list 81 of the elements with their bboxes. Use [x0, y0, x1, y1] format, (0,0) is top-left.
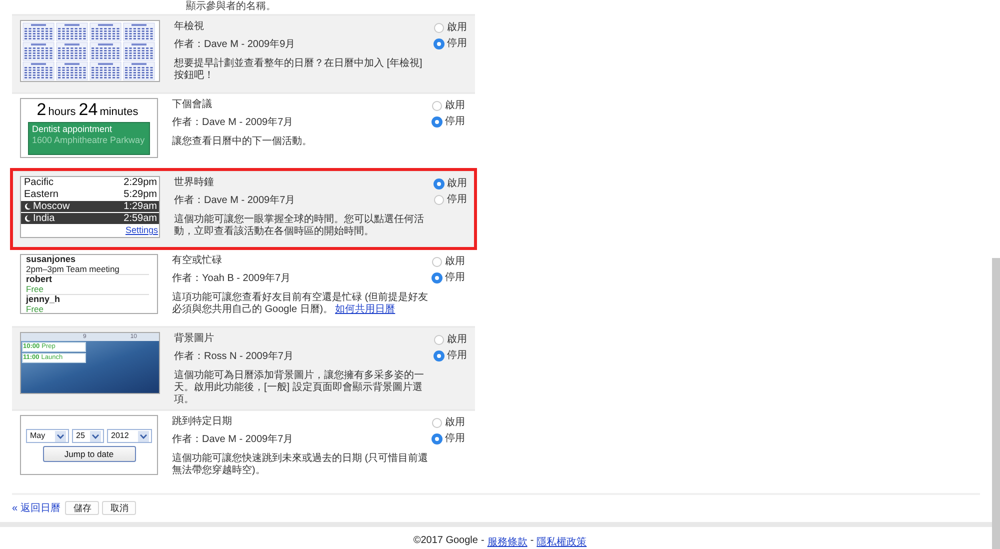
radio-label[interactable]: 啟用: [445, 100, 465, 112]
description-text: 這個功能可讓您一眼掌握全球的時間。您可以點選任何活動，立即查看該活動在各個時區的開始時間。: [174, 214, 425, 238]
author-text: 作者：Dave M - 2009年7月: [172, 433, 294, 447]
city-name: Moscow: [33, 201, 70, 212]
radio-button[interactable]: [434, 23, 444, 33]
author-text: 作者：Dave M - 2009年9月: [174, 38, 296, 52]
radio-button[interactable]: [434, 179, 444, 189]
person-name: jenny_h: [26, 295, 62, 304]
radio-label[interactable]: 啟用: [447, 334, 467, 346]
help-link[interactable]: 如何共用日曆: [335, 304, 396, 315]
description-text: 想要提早計劃並查看整年的日曆？在日曆中加入 [年檢視] 按鈕吧！: [174, 58, 424, 82]
countdown-unit: minutes: [100, 106, 138, 118]
event-location: 1600 Amphitheatre Parkway: [32, 135, 146, 146]
radio-button[interactable]: [432, 101, 442, 111]
radio-label[interactable]: 停用: [447, 194, 467, 206]
city-name: India: [33, 213, 55, 224]
separator-text: -: [480, 535, 484, 548]
radio-label[interactable]: 啟用: [445, 417, 465, 429]
author-text: 作者：Dave M - 2009年7月: [174, 194, 296, 208]
person-name: susanjones: [26, 255, 77, 264]
radio-label[interactable]: 啟用: [445, 256, 465, 268]
radio-button[interactable]: [432, 273, 442, 283]
jump-button[interactable]: Jump to date: [42, 446, 136, 462]
city-name: Eastern: [24, 189, 58, 200]
radio-button[interactable]: [432, 418, 442, 428]
author-text: 作者：Dave M - 2009年7月: [172, 116, 294, 130]
status-text: Free: [26, 284, 44, 294]
date-dropdown[interactable]: 25: [72, 429, 104, 443]
caret-icon: [138, 430, 149, 442]
time-text: 1:29am: [124, 201, 157, 212]
radio-button[interactable]: [432, 257, 442, 267]
person-name: robert: [26, 275, 54, 284]
footer-link[interactable]: 服務條款: [487, 535, 528, 549]
author-text: 作者：Ross N - 2009年7月: [174, 350, 294, 364]
copyright-text: ©2017 Google: [413, 535, 478, 548]
radio-label[interactable]: 啟用: [447, 178, 467, 190]
back-link[interactable]: « 返回日曆: [12, 501, 60, 515]
date-dropdown[interactable]: May: [26, 429, 69, 443]
radio-label[interactable]: 停用: [447, 38, 467, 50]
lab-title: 世界時鐘: [174, 176, 215, 190]
city-name: Pacific: [24, 177, 54, 188]
description-text: 這個功能可為日曆添加背景圖片，讓您擁有多采多姿的一天。啟用此功能後，[一般] 設定頁面即會顯示背景圖片選項。: [174, 370, 425, 406]
separator-text: -: [530, 535, 534, 548]
radio-button[interactable]: [434, 39, 444, 49]
radio-button[interactable]: [434, 335, 444, 345]
footer-link[interactable]: 隱私權政策: [536, 535, 587, 549]
author-text: 作者：Yoah B - 2009年7月: [172, 272, 292, 286]
lab-title: 背景圖片: [174, 332, 215, 346]
caret-icon: [55, 430, 66, 442]
status-text: Free: [26, 304, 44, 313]
settings-link[interactable]: Settings: [125, 225, 158, 235]
countdown-number: 24: [78, 100, 98, 119]
lab-title: 有空或忙碌: [172, 254, 223, 268]
time-text: 5:29pm: [124, 189, 157, 200]
action-button[interactable]: 儲存: [65, 501, 100, 515]
caret-icon: [90, 430, 101, 442]
radio-label[interactable]: 停用: [445, 433, 465, 445]
lab-title: 下個會議: [172, 98, 213, 112]
lab-title: 年檢視: [174, 20, 205, 34]
date-dropdown[interactable]: 2012: [107, 429, 152, 443]
radio-button[interactable]: [432, 434, 442, 444]
radio-button[interactable]: [434, 351, 444, 361]
description-text: 這個功能可讓您快速跳到未來或過去的日期 (只可惜目前還無法帶您穿越時空)。: [172, 453, 430, 477]
event-title: Dentist appointment: [32, 124, 114, 135]
action-button[interactable]: 取消: [102, 501, 136, 515]
radio-label[interactable]: 停用: [445, 272, 465, 284]
countdown-unit: hours: [48, 106, 76, 118]
radio-button[interactable]: [432, 117, 442, 127]
description-text: 這項功能可讓您查看好友目前有空還是忙碌 (但前提是好友必須與您共用自己的 Google 日曆)。 如何共用日曆: [172, 292, 430, 316]
status-text: 2pm–3pm Team meeting: [26, 264, 120, 274]
lab-title: 跳到特定日期: [172, 415, 233, 429]
radio-label[interactable]: 停用: [445, 116, 465, 128]
description-text: 顯示參與者的名稱。: [186, 0, 277, 14]
radio-label[interactable]: 停用: [447, 350, 467, 362]
radio-label[interactable]: 啟用: [447, 22, 467, 34]
countdown-number: 2: [36, 100, 46, 119]
scrollbar[interactable]: [992, 258, 1000, 549]
time-text: 2:29pm: [124, 177, 157, 188]
description-text: 讓您查看日曆中的下一個活動。: [172, 136, 313, 148]
time-text: 2:59am: [124, 213, 157, 224]
radio-button[interactable]: [434, 195, 444, 205]
